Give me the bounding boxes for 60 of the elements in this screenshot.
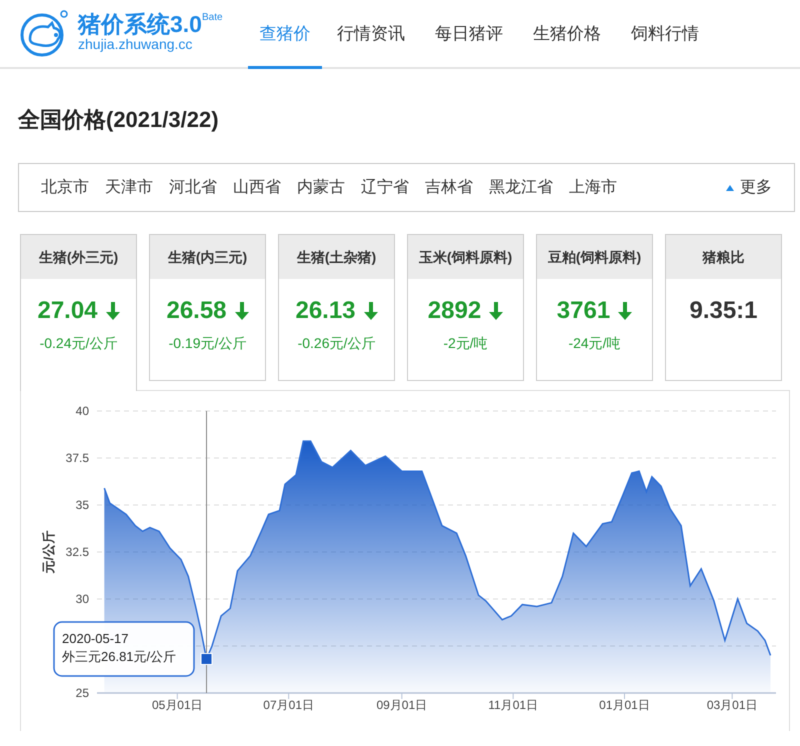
price-value: 26.13 bbox=[295, 299, 356, 323]
region-link[interactable]: 吉林省 bbox=[425, 176, 473, 200]
region-link[interactable]: 山西省 bbox=[233, 176, 281, 200]
region-link[interactable]: 内蒙古 bbox=[297, 176, 345, 200]
y-tick-label: 37.5 bbox=[66, 451, 89, 465]
y-tick-label: 25 bbox=[76, 686, 89, 700]
price-card[interactable]: 生猪(外三元) 27.04 -0.24元/公斤 bbox=[20, 234, 137, 391]
tooltip-text: 外三元26.81元/公斤 bbox=[62, 649, 176, 664]
region-link[interactable]: 天津市 bbox=[105, 176, 153, 200]
region-link[interactable]: 河北省 bbox=[169, 176, 217, 200]
price-card[interactable]: 豆粕(饲料原料) 3761 -24元/吨 bbox=[536, 234, 653, 381]
y-axis-label: 元/公斤 bbox=[41, 530, 56, 574]
price-value: 9.35:1 bbox=[689, 299, 758, 323]
caret-icon bbox=[726, 184, 734, 190]
price-card[interactable]: 猪粮比 9.35:1 bbox=[665, 234, 782, 381]
more-button[interactable]: 更多 bbox=[726, 176, 772, 200]
price-change: -0.26元/公斤 bbox=[296, 334, 376, 353]
x-tick-label: 07月01日 bbox=[263, 698, 314, 712]
price-change: -24元/吨 bbox=[567, 334, 622, 353]
nav-tab[interactable]: 每日猪评 bbox=[420, 20, 518, 69]
x-tick-label: 01月01日 bbox=[599, 698, 650, 712]
nav-tab[interactable]: 饲料行情 bbox=[616, 20, 714, 69]
data-point-marker bbox=[200, 652, 213, 665]
card-title: 玉米(饲料原料) bbox=[408, 235, 523, 279]
region-link[interactable]: 辽宁省 bbox=[361, 176, 409, 200]
card-title: 生猪(外三元) bbox=[21, 235, 136, 279]
y-tick-label: 32.5 bbox=[66, 545, 89, 559]
pig-logo-icon bbox=[18, 9, 70, 57]
price-change: -0.19元/公斤 bbox=[168, 334, 248, 353]
card-title: 生猪(内三元) bbox=[150, 235, 265, 279]
price-value: 2892 bbox=[428, 299, 482, 323]
card-title: 豆粕(饲料原料) bbox=[537, 235, 652, 279]
tooltip-text: 2020-05-17 bbox=[62, 631, 128, 646]
price-card[interactable]: 玉米(饲料原料) 2892 -2元/吨 bbox=[407, 234, 524, 381]
price-change: -0.24元/公斤 bbox=[38, 334, 118, 353]
x-tick-label: 09月01日 bbox=[376, 698, 428, 712]
region-link[interactable]: 黑龙江省 bbox=[489, 176, 553, 200]
y-tick-label: 40 bbox=[76, 404, 89, 418]
page-title: 全国价格(2021/3/22) bbox=[18, 106, 220, 134]
logo-title: 猪价系统3.0 bbox=[78, 12, 202, 36]
region-link[interactable]: 北京市 bbox=[41, 176, 89, 200]
x-tick-label: 05月01日 bbox=[152, 698, 203, 712]
price-card[interactable]: 生猪(内三元) 26.58 -0.19元/公斤 bbox=[149, 234, 266, 381]
nav-tab[interactable]: 生猪价格 bbox=[518, 20, 616, 69]
price-card[interactable]: 生猪(土杂猪) 26.13 -0.26元/公斤 bbox=[278, 234, 395, 381]
logo-superscript: Bate bbox=[202, 12, 223, 23]
price-value: 3761 bbox=[556, 299, 610, 323]
nav-tab[interactable]: 行情资讯 bbox=[322, 20, 420, 69]
x-tick-label: 11月01日 bbox=[488, 698, 538, 712]
price-value: 26.58 bbox=[166, 299, 227, 323]
card-title: 生猪(土杂猪) bbox=[279, 235, 394, 279]
y-tick-label: 35 bbox=[76, 498, 89, 512]
price-value: 27.04 bbox=[37, 299, 98, 323]
y-tick-label: 30 bbox=[76, 592, 89, 606]
x-tick-label: 03月01日 bbox=[706, 698, 758, 712]
nav-tab[interactable]: 查猪价 bbox=[248, 20, 322, 69]
logo-url: zhujia.zhuwang.cc bbox=[78, 36, 194, 54]
card-title: 猪粮比 bbox=[666, 235, 781, 279]
region-link[interactable]: 上海市 bbox=[569, 176, 617, 200]
price-change: -2元/吨 bbox=[442, 334, 489, 353]
